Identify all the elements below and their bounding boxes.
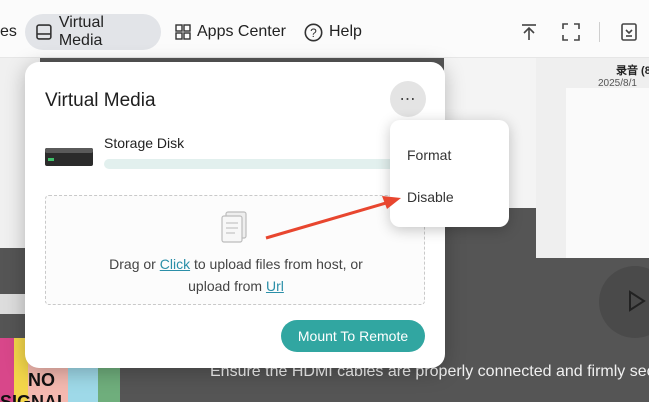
- document-icon: [221, 211, 247, 243]
- menu-item-disable[interactable]: Disable: [407, 189, 454, 205]
- upload-icon[interactable]: [517, 20, 541, 44]
- usb-drive-icon: [36, 24, 52, 40]
- storage-disk-icon: [45, 148, 93, 166]
- more-dots-icon: ⋯: [399, 91, 417, 108]
- toolbar-divider: [599, 22, 600, 42]
- toolbar-apps-center-label: Apps Center: [197, 23, 286, 40]
- more-options-menu: Format Disable: [390, 120, 509, 227]
- mount-to-remote-button[interactable]: Mount To Remote: [281, 320, 425, 352]
- toolbar-virtual-media-label: Virtual Media: [58, 14, 104, 49]
- toolbar-virtual-media-button[interactable]: Virtual Media: [25, 14, 161, 50]
- dropzone-text-line2-before: upload from: [188, 278, 266, 294]
- toolbar-apps-center-button[interactable]: Apps Center: [175, 14, 286, 50]
- svg-text:?: ?: [310, 26, 317, 40]
- help-circle-icon: ?: [304, 23, 323, 41]
- dropzone-text-middle: to upload files from host, or: [190, 256, 363, 272]
- no-signal-text-2: SIGNAL: [0, 392, 69, 402]
- storage-disk-label: Storage Disk: [104, 135, 185, 151]
- top-toolbar: es Virtual Media Apps Center ? Help: [0, 0, 649, 58]
- storage-disk-progress: [104, 159, 404, 169]
- menu-item-format[interactable]: Format: [407, 147, 451, 163]
- toolbar-partial-label: es: [0, 23, 17, 40]
- no-signal-text-1: NO: [28, 370, 55, 390]
- remote-recording-date: 2025/8/1: [598, 78, 637, 89]
- apps-grid-icon: [175, 24, 191, 40]
- toolbar-help-button[interactable]: ? Help: [304, 14, 362, 50]
- remote-window-left-strip: [0, 294, 28, 314]
- upload-dropzone[interactable]: Drag or Click to upload files from host,…: [45, 195, 425, 305]
- dropzone-click-link[interactable]: Click: [160, 256, 190, 272]
- dropzone-url-link[interactable]: Url: [266, 278, 284, 294]
- virtual-media-dialog: Virtual Media ⋯ Storage Disk Drag or Cli…: [25, 62, 445, 368]
- toolbar-help-label: Help: [329, 23, 362, 40]
- remote-recording-title: 录音 (8: [616, 65, 649, 77]
- dropzone-text-before: Drag or: [109, 256, 160, 272]
- toolbar-item-partial[interactable]: es: [0, 14, 17, 50]
- collapse-icon[interactable]: [617, 20, 641, 44]
- more-options-button[interactable]: ⋯: [390, 81, 426, 117]
- play-icon: [629, 290, 646, 312]
- dropzone-text-line2: upload from Url: [46, 278, 426, 294]
- dropzone-text-line1: Drag or Click to upload files from host,…: [46, 256, 426, 272]
- remote-window-right-inner: [566, 88, 649, 258]
- dialog-title: Virtual Media: [45, 90, 156, 111]
- fullscreen-icon[interactable]: [559, 20, 583, 44]
